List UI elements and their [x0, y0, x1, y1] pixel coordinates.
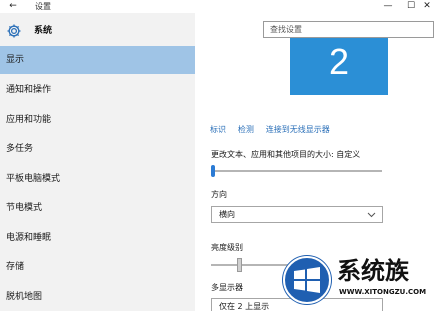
- identify-link[interactable]: 标识: [210, 124, 226, 136]
- title-bar: ← 设置 — ☐ ✕: [0, 0, 434, 13]
- sidebar-header-label: 系统: [34, 26, 53, 36]
- windows-logo-icon: [283, 256, 331, 304]
- sidebar-item-display[interactable]: 显示: [0, 46, 195, 74]
- detect-link[interactable]: 检测: [238, 124, 254, 136]
- display-links: 标识 检测 连接到无线显示器: [210, 124, 339, 136]
- orientation-value: 横向: [219, 210, 235, 219]
- sidebar-item-multitasking[interactable]: 多任务: [0, 135, 195, 163]
- brightness-slider-thumb[interactable]: [237, 258, 242, 272]
- watermark-url: WWW.XITONGZU.COM: [339, 288, 427, 296]
- sidebar-item-storage[interactable]: 存储: [0, 253, 195, 281]
- brightness-label: 亮度级别: [211, 243, 243, 252]
- connect-wireless-display-link[interactable]: 连接到无线显示器: [266, 124, 330, 136]
- sidebar-header: 系统: [0, 20, 195, 42]
- back-arrow-icon[interactable]: ←: [6, 0, 20, 13]
- multiple-displays-label: 多显示器: [211, 283, 243, 292]
- search-box[interactable]: [263, 21, 434, 38]
- scale-label: 更改文本、应用和其他项目的大小: 自定义: [211, 150, 361, 159]
- sidebar-item-apps-features[interactable]: 应用和功能: [0, 106, 195, 134]
- sidebar-item-battery-saver[interactable]: 节电模式: [0, 194, 195, 222]
- window-title: 设置: [35, 2, 51, 11]
- orientation-dropdown[interactable]: 横向: [211, 206, 383, 223]
- watermark-logo: [282, 255, 332, 305]
- scale-slider-track: [211, 170, 382, 172]
- chevron-down-icon: [367, 212, 376, 218]
- maximize-button[interactable]: ☐: [400, 0, 422, 13]
- minimize-button[interactable]: —: [377, 0, 399, 13]
- sidebar-item-notifications[interactable]: 通知和操作: [0, 76, 195, 104]
- display-monitor-2[interactable]: 2: [290, 38, 388, 95]
- scale-slider[interactable]: [211, 165, 382, 177]
- gear-icon: [7, 24, 21, 38]
- close-button[interactable]: ✕: [420, 0, 434, 13]
- search-input[interactable]: [264, 22, 433, 37]
- scale-slider-thumb[interactable]: [211, 165, 215, 177]
- sidebar-item-offline-maps[interactable]: 脱机地图: [0, 283, 195, 311]
- multiple-displays-value: 仅在 2 上显示: [219, 302, 270, 311]
- watermark-text: 系统族: [337, 257, 409, 285]
- sidebar-item-power-sleep[interactable]: 电源和睡眠: [0, 224, 195, 252]
- sidebar-item-tablet-mode[interactable]: 平板电脑模式: [0, 165, 195, 193]
- orientation-label: 方向: [211, 190, 227, 199]
- sidebar: 系统 显示 通知和操作 应用和功能 多任务 平板电脑模式 节电模式 电源和睡眠 …: [0, 13, 195, 311]
